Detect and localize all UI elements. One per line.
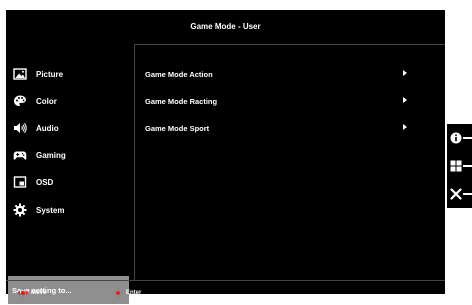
key-indicator-line — [463, 165, 472, 167]
close-icon — [450, 188, 462, 200]
enter-label: Enter — [126, 290, 142, 296]
info-key[interactable] — [447, 124, 472, 152]
menu-item-game-mode-action[interactable]: Game Mode Action — [135, 60, 445, 88]
palette-icon — [6, 87, 34, 115]
sidebar-item-audio[interactable]: Audio — [6, 114, 134, 142]
osd-menu: Game Mode - User Picture Color Audio Gam… — [6, 10, 445, 304]
input-key[interactable] — [447, 152, 472, 180]
gear-icon — [6, 196, 34, 224]
input-grid-icon — [450, 160, 462, 172]
sidebar-item-gaming[interactable]: Gaming — [6, 141, 134, 169]
footer-hints: Move Enter — [6, 280, 445, 305]
gamepad-icon — [6, 141, 34, 169]
chevron-right-icon — [403, 97, 407, 103]
sidebar-item-system[interactable]: System — [6, 196, 134, 224]
move-hint: Move — [17, 281, 46, 305]
sidebar-item-label: Gaming — [36, 150, 66, 160]
info-icon — [450, 132, 462, 144]
key-indicator-line — [463, 137, 472, 139]
osd-window-icon — [6, 168, 34, 196]
chevron-right-icon — [403, 70, 407, 76]
sidebar-item-label: System — [36, 205, 65, 215]
sidebar-item-label: OSD — [36, 177, 54, 187]
key-indicator-line — [463, 193, 472, 195]
menu-item-label: Game Mode Action — [145, 69, 213, 79]
move-label: Move — [31, 290, 47, 296]
move-dpad-icon — [17, 287, 29, 299]
picture-icon — [6, 60, 34, 88]
menu-item-label: Game Mode Racting — [145, 96, 218, 106]
enter-hint: Enter — [112, 281, 141, 305]
speaker-icon — [6, 114, 34, 142]
menu-item-game-mode-racting[interactable]: Game Mode Racting — [135, 87, 445, 115]
sidebar-item-label: Picture — [36, 69, 64, 79]
sidebar: Picture Color Audio Gaming OSD System Sa… — [6, 44, 135, 304]
hotkey-strip — [447, 124, 472, 208]
menu-item-label: Game Mode Sport — [145, 123, 210, 133]
osd-title: Game Mode - User — [6, 10, 445, 45]
sidebar-item-label: Audio — [36, 123, 59, 133]
sidebar-item-picture[interactable]: Picture — [6, 60, 134, 88]
menu-panel: Game Mode Action Game Mode Racting Game … — [135, 44, 445, 280]
menu-item-game-mode-sport[interactable]: Game Mode Sport — [135, 114, 445, 142]
sidebar-item-label: Color — [36, 96, 57, 106]
sidebar-item-osd[interactable]: OSD — [6, 168, 134, 196]
exit-key[interactable] — [447, 180, 472, 208]
sidebar-item-color[interactable]: Color — [6, 87, 134, 115]
enter-dpad-icon — [112, 287, 124, 299]
chevron-right-icon — [403, 124, 407, 130]
